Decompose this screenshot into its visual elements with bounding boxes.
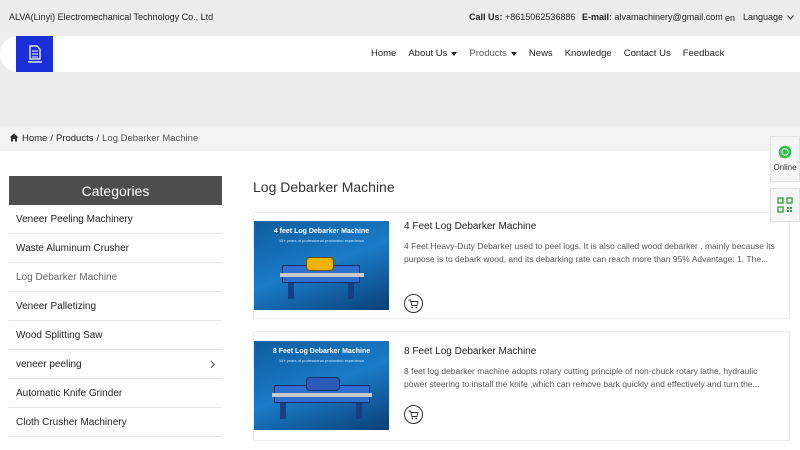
product-image[interactable]: 4 feet Log Debarker Machine 15+ years of… <box>254 221 389 310</box>
company-logo[interactable] <box>16 36 53 72</box>
email-label: E-mail: <box>582 12 613 22</box>
product-image[interactable]: 8 Feet Log Debarker Machine 15+ years of… <box>254 341 389 430</box>
nav-about-label: About Us <box>408 48 448 59</box>
sidebar-item-label: Cloth Crusher Machinery <box>16 416 127 428</box>
nav-about-us[interactable]: About Us <box>408 48 458 59</box>
chevron-down-icon <box>787 12 794 22</box>
nav-home-label: Home <box>371 48 397 59</box>
language-label: Language <box>743 12 784 22</box>
cart-button[interactable] <box>404 294 423 313</box>
categories-title: Categories <box>9 176 222 205</box>
header-area: Home About Us Products News Knowledge Co… <box>0 36 800 126</box>
sidebar-item-label: Veneer Palletizing <box>16 300 97 312</box>
cart-icon <box>408 299 419 308</box>
sidebar-item-label: Wood Splitting Saw <box>16 329 103 341</box>
product-image-title: 4 feet Log Debarker Machine <box>273 228 370 235</box>
nav-home[interactable]: Home <box>371 48 396 59</box>
cart-button[interactable] <box>404 405 423 424</box>
nav-feedback-label: Feedback <box>682 48 725 59</box>
chevron-right-icon[interactable] <box>207 360 216 368</box>
qr-code-icon <box>777 197 793 213</box>
sidebar-item-label: Log Debarker Machine <box>16 271 118 283</box>
nav-products[interactable]: Products <box>469 48 517 59</box>
top-bar: ALVA(Linyi) Electromechanical Technology… <box>0 0 800 36</box>
online-chat-widget[interactable]: Online <box>770 136 800 182</box>
sidebar-item-cloth-crusher-machinery[interactable]: Cloth Crusher Machinery <box>9 408 222 437</box>
email-value: alvamachinery@gmail.com <box>614 12 723 22</box>
debarker-machine-illustration <box>268 373 376 421</box>
phone-value: +8615062536886 <box>505 12 576 22</box>
debarker-machine-illustration <box>276 253 368 301</box>
product-title[interactable]: 4 Feet Log Debarker Machine <box>404 221 536 232</box>
nav-feedback[interactable]: Feedback <box>683 48 725 59</box>
sidebar-item-label: Veneer Peeling Machinery <box>16 213 133 225</box>
sidebar-item-label: Automatic Knife Grinder <box>16 387 123 399</box>
nav-news[interactable]: News <box>529 48 553 59</box>
nav-products-label: Products <box>469 48 507 59</box>
sidebar-item-waste-aluminum-crusher[interactable]: Waste Aluminum Crusher <box>9 234 222 263</box>
breadcrumb-separator: / <box>96 133 100 144</box>
product-description: 8 feet log debarker machine adopts rotar… <box>404 366 760 389</box>
breadcrumb-current: Log Debarker Machine <box>102 133 199 144</box>
sidebar-item-label: veneer peeling <box>16 358 82 370</box>
product-card: 4 feet Log Debarker Machine 15+ years of… <box>253 212 790 319</box>
company-name: ALVA(Linyi) Electromechanical Technology… <box>9 12 214 22</box>
sidebar-item-veneer-palletizing[interactable]: Veneer Palletizing <box>9 292 222 321</box>
product-card: 8 Feet Log Debarker Machine 15+ years of… <box>253 331 790 441</box>
sidebar-item-automatic-knife-grinder[interactable]: Automatic Knife Grinder <box>9 379 222 408</box>
product-description: 4 Feet Heavy-Duty Debarker used to peel … <box>404 241 775 264</box>
product-title[interactable]: 8 Feet Log Debarker Machine <box>404 346 536 357</box>
product-image-title: 8 Feet Log Debarker Machine <box>272 348 371 355</box>
sidebar-item-log-debarker-machine[interactable]: Log Debarker Machine <box>9 263 222 292</box>
breadcrumb-products[interactable]: Products <box>56 133 94 144</box>
dropdown-arrow-icon <box>510 51 517 56</box>
main-navbar: Home About Us Products News Knowledge Co… <box>0 36 800 72</box>
breadcrumb-home[interactable]: Home <box>22 133 47 144</box>
nav-contact-label: Contact Us <box>623 48 671 59</box>
page-title: Log Debarker Machine <box>253 179 395 195</box>
nav-news-label: News <box>528 48 553 59</box>
nav-knowledge-label: Knowledge <box>564 48 612 59</box>
nav-contact-us[interactable]: Contact Us <box>624 48 671 59</box>
logo-icon <box>27 45 42 63</box>
sidebar-item-veneer-peeling-machinery[interactable]: Veneer Peeling Machinery <box>9 205 222 234</box>
product-image-subtitle: 15+ years of professional production exp… <box>278 358 365 363</box>
email-info[interactable]: E-mail: alvamachinery@gmail.com <box>582 12 723 22</box>
cart-icon <box>408 410 419 419</box>
main-nav: Home About Us Products News Knowledge Co… <box>371 48 724 59</box>
phone-label: Call Us: <box>469 12 503 22</box>
breadcrumb-separator: / <box>50 133 53 144</box>
whatsapp-icon <box>778 145 792 159</box>
sidebar-item-label: Waste Aluminum Crusher <box>16 242 129 254</box>
dropdown-arrow-icon <box>451 51 458 56</box>
online-label: Online <box>773 163 797 172</box>
qr-code-widget[interactable] <box>770 188 800 222</box>
sidebar-item-wood-splitting-saw[interactable]: Wood Splitting Saw <box>9 321 222 350</box>
phone-info[interactable]: Call Us: +8615062536886 <box>469 12 575 22</box>
sidebar-item-veneer-peeling[interactable]: veneer peeling <box>9 350 222 379</box>
breadcrumb: Home / Products / Log Debarker Machine <box>0 126 800 151</box>
home-icon <box>9 133 19 145</box>
language-code: en <box>725 13 736 23</box>
language-selector[interactable]: Language <box>743 12 794 22</box>
product-image-subtitle: 15+ years of professional production exp… <box>278 238 365 243</box>
category-sidebar: Categories Veneer Peeling Machinery Wast… <box>9 176 222 437</box>
nav-knowledge[interactable]: Knowledge <box>565 48 612 59</box>
